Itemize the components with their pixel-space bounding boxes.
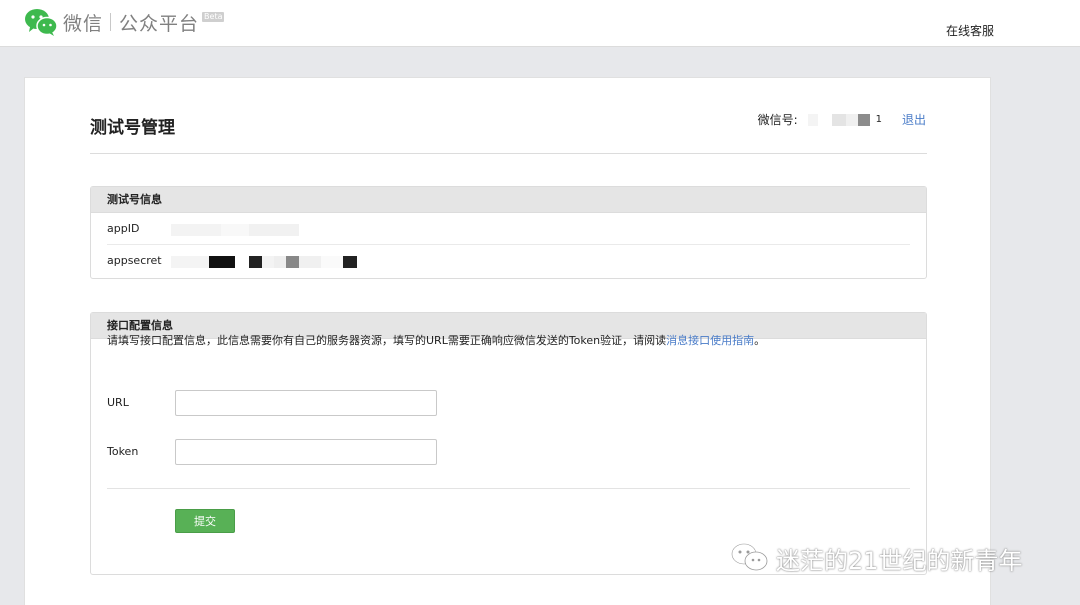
account-info: 微信号: 1 退出 (758, 111, 926, 128)
watermark-text: 迷茫的21世纪的新青年 (776, 547, 1023, 575)
instructions-end: 。 (754, 334, 766, 347)
message-api-guide-link[interactable]: 消息接口使用指南 (666, 334, 754, 347)
appid-row: appID (107, 213, 910, 245)
instructions-text: 请填写接口配置信息，此信息需要你有自己的服务器资源，填写的URL需要正确响应微信… (107, 334, 667, 347)
platform-name: 公众平台 (119, 12, 200, 35)
title-divider (90, 153, 927, 154)
appid-label: appID (107, 222, 140, 235)
appsecret-value-masked (171, 255, 357, 268)
appid-value-masked (171, 223, 299, 236)
beta-badge: Beta (202, 12, 225, 22)
wechat-official-platform-logo[interactable]: 微信 公众平台 Beta (24, 7, 225, 37)
account-id-masked (807, 113, 874, 127)
token-label: Token (107, 445, 139, 458)
url-label: URL (107, 396, 129, 409)
config-instructions: 请填写接口配置信息，此信息需要你有自己的服务器资源，填写的URL需要正确响应微信… (107, 332, 765, 348)
interface-config-panel: 接口配置信息 请填写接口配置信息，此信息需要你有自己的服务器资源，填写的URL需… (90, 312, 927, 575)
wechat-logo-icon (24, 8, 58, 36)
submit-button[interactable]: 提交 (175, 509, 235, 533)
token-input[interactable] (175, 439, 437, 465)
logout-link[interactable]: 退出 (902, 111, 926, 128)
brand-name: 微信 (63, 12, 104, 35)
url-input[interactable] (175, 390, 437, 416)
panel-heading: 测试号信息 (91, 187, 926, 213)
test-account-info-panel: 测试号信息 appID appsecret (90, 186, 927, 279)
wechat-watermark-icon (730, 542, 770, 576)
account-label: 微信号: (757, 113, 798, 127)
form-divider (107, 488, 910, 489)
main-content: 测试号管理 微信号: 1 退出 测试号信息 appID appsecret 接口… (24, 77, 991, 605)
top-navigation-bar: 微信 公众平台 Beta 在线客服 (0, 0, 1080, 47)
appsecret-row: appsecret (107, 245, 910, 277)
logo-divider (110, 13, 112, 31)
appsecret-label: appsecret (107, 254, 162, 267)
watermark: 迷茫的21世纪的新青年 (730, 541, 1023, 576)
page-title: 测试号管理 (90, 118, 175, 138)
online-support-link[interactable]: 在线客服 (946, 22, 994, 39)
account-id-tail: 1 (875, 114, 882, 125)
